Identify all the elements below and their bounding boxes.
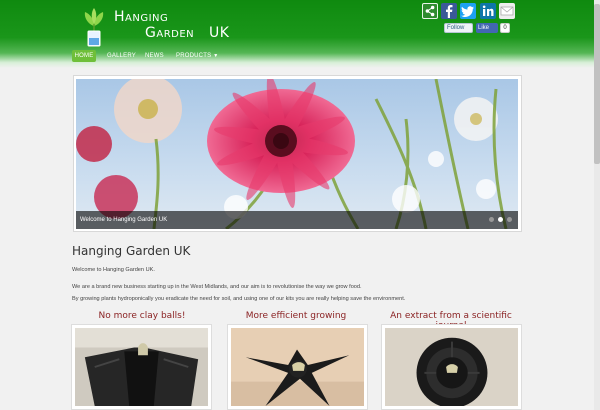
nav-products-label: PRODUCTS xyxy=(176,53,212,59)
page-title: Hanging Garden UK xyxy=(72,244,191,258)
nav-gallery[interactable]: GALLERY xyxy=(107,50,136,62)
mail-icon[interactable] xyxy=(499,3,515,19)
slider-dot-1[interactable] xyxy=(489,217,494,222)
like-label: Like xyxy=(478,25,490,31)
slider-caption: Welcome to Hanging Garden UK xyxy=(80,217,168,223)
logo-icon[interactable] xyxy=(80,6,108,48)
facebook-icon[interactable] xyxy=(441,3,457,19)
paragraph-2: By growing plants hydroponically you era… xyxy=(72,296,406,302)
brand-name-line2[interactable]: Garden UK xyxy=(145,25,229,41)
feature-image-1[interactable] xyxy=(71,324,212,410)
nav-news[interactable]: NEWS xyxy=(145,50,164,62)
nav-products[interactable]: PRODUCTS ▼ xyxy=(176,50,218,62)
like-count: 0 xyxy=(500,23,510,33)
feature-image-3[interactable] xyxy=(381,324,522,410)
slider-image[interactable] xyxy=(76,79,518,229)
caret-down-icon: ▼ xyxy=(213,53,219,59)
nav-home[interactable]: HOME xyxy=(72,50,96,62)
scrollbar-thumb[interactable] xyxy=(594,4,600,164)
intro-text: Welcome to Hanging Garden UK. xyxy=(72,267,155,273)
brand-name-line1[interactable]: Hanging xyxy=(114,9,168,25)
page-scrollbar[interactable] xyxy=(594,0,600,410)
twitter-follow-button[interactable]: Follow xyxy=(444,23,473,33)
slider-dot-3[interactable] xyxy=(507,217,512,222)
facebook-like-button[interactable]: Like xyxy=(476,23,498,33)
feature-image-2[interactable] xyxy=(227,324,368,410)
linkedin-icon[interactable] xyxy=(480,3,496,19)
feature-title-1[interactable]: No more clay balls! xyxy=(67,311,217,321)
slider-dot-2[interactable] xyxy=(498,217,503,222)
feature-title-2[interactable]: More efficient growing xyxy=(221,311,371,321)
share-icon[interactable] xyxy=(422,3,438,19)
paragraph-1: We are a brand new business starting up … xyxy=(72,284,362,290)
twitter-icon[interactable] xyxy=(460,3,476,19)
follow-label: Follow xyxy=(447,25,465,31)
